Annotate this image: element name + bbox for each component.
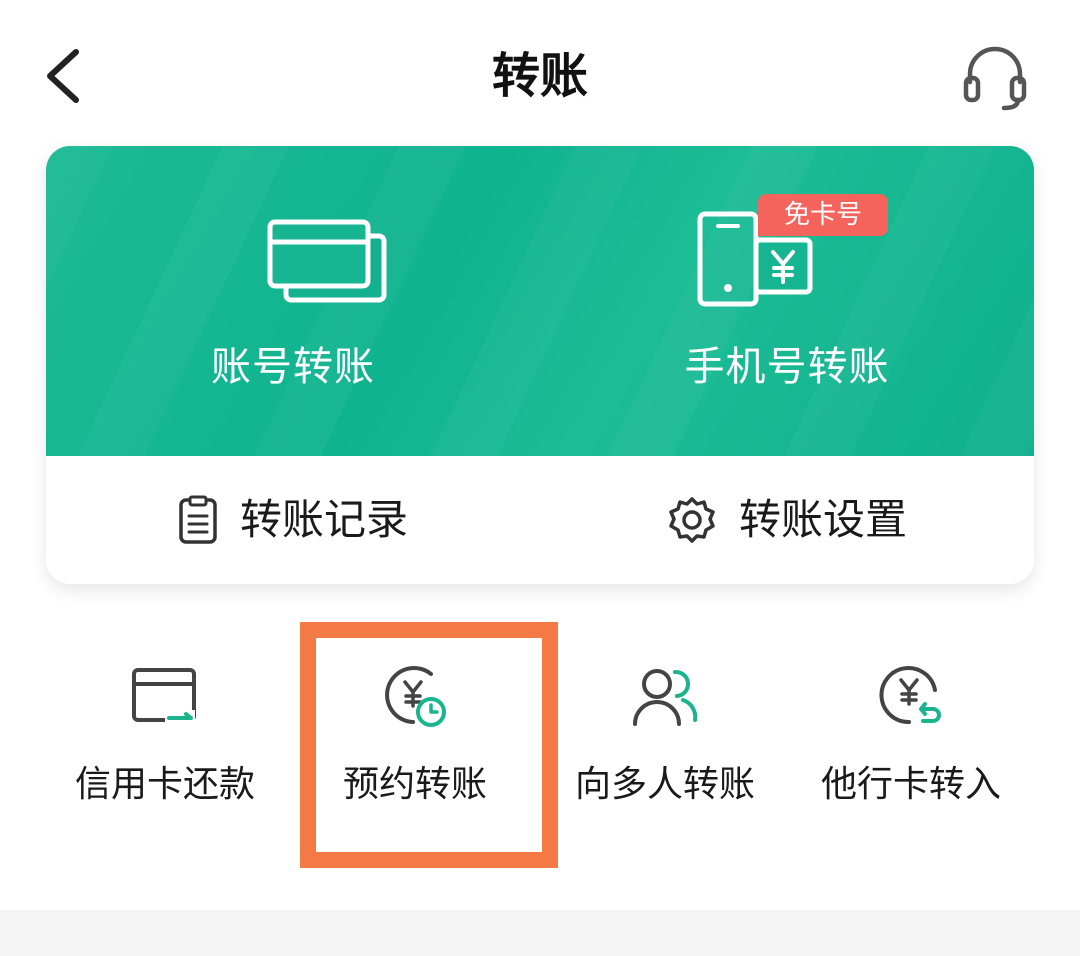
- customer-service-button[interactable]: [958, 42, 1032, 112]
- transfer-records-label: 转账记录: [239, 495, 408, 544]
- credit-card-repay-icon: [132, 668, 196, 724]
- transfer-card-banner: 账号转账 手机号转账 免卡号: [46, 146, 1034, 456]
- top-bar: 转账: [0, 0, 1080, 150]
- other-bank-inbound-label: 他行卡转入: [820, 764, 1001, 805]
- clipboard-icon: [179, 495, 217, 544]
- transfer-card: 账号转账 手机号转账 免卡号 转账记录 转账设置: [46, 146, 1034, 584]
- transfer-card-links: 转账记录 转账设置: [46, 456, 1034, 584]
- account-transfer-button[interactable]: 账号转账: [46, 146, 540, 456]
- bank-cards-icon: [267, 219, 387, 303]
- bottom-divider-band: [0, 910, 1080, 956]
- page-title: 转账: [491, 48, 588, 104]
- headset-icon: [963, 46, 1027, 111]
- other-bank-inbound-button[interactable]: 他行卡转入: [788, 630, 1034, 860]
- credit-card-repayment-label: 信用卡还款: [74, 764, 255, 805]
- scheduled-transfer-button[interactable]: 预约转账: [292, 630, 538, 860]
- multi-recipient-transfer-button[interactable]: 向多人转账: [542, 630, 788, 860]
- multi-recipient-transfer-label: 向多人转账: [574, 764, 755, 805]
- transfer-settings-label: 转账设置: [738, 495, 907, 544]
- transfer-records-button[interactable]: 转账记录: [46, 456, 540, 584]
- feature-grid: 信用卡还款 预约转账 向多人转账 他行卡转入: [0, 630, 1080, 860]
- multi-user-icon: [633, 669, 698, 726]
- inbound-transfer-icon: [879, 666, 941, 725]
- credit-card-repayment-button[interactable]: 信用卡还款: [42, 630, 288, 860]
- scheduled-transfer-icon: [385, 666, 446, 727]
- gear-icon: [669, 497, 715, 543]
- account-transfer-label: 账号转账: [211, 344, 375, 390]
- phone-transfer-button[interactable]: 手机号转账: [540, 146, 1034, 456]
- transfer-settings-button[interactable]: 转账设置: [540, 456, 1034, 584]
- scheduled-transfer-label: 预约转账: [342, 764, 487, 805]
- phone-transfer-label: 手机号转账: [684, 344, 890, 390]
- no-card-number-badge: 免卡号: [758, 194, 888, 236]
